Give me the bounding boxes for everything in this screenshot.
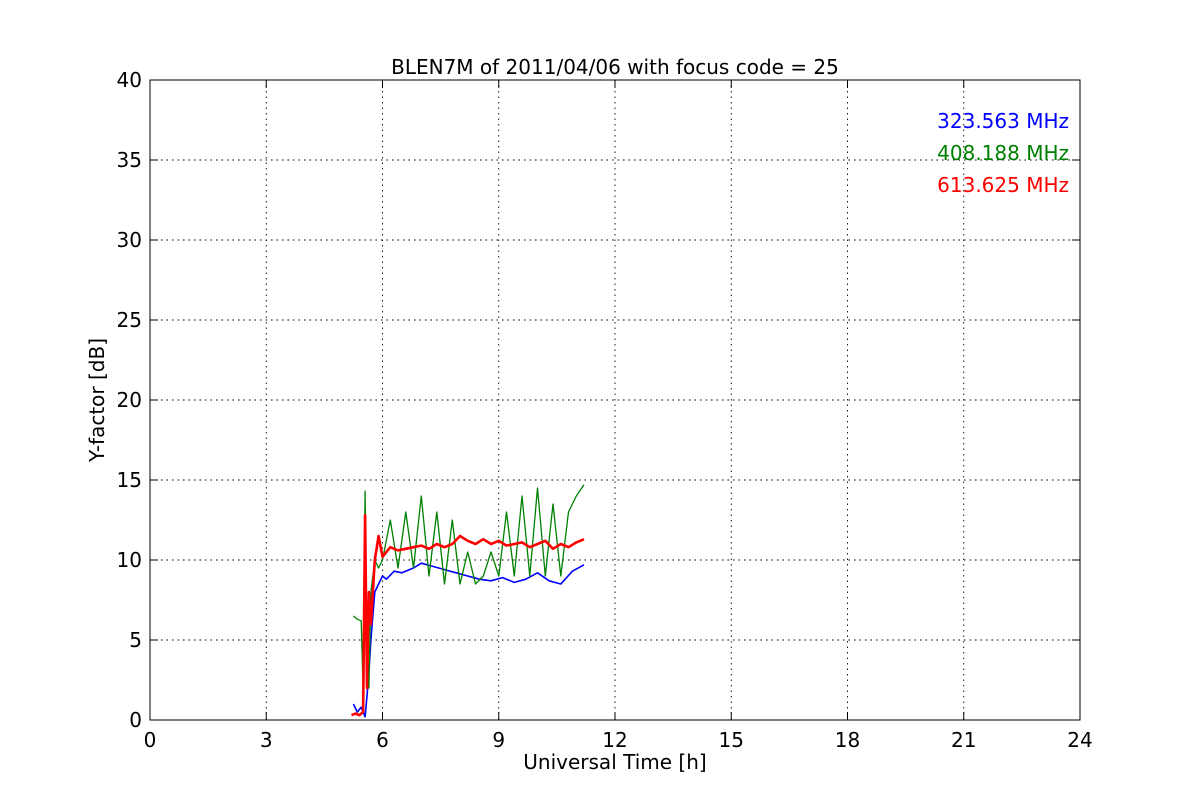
x-axis-label: Universal Time [h] xyxy=(523,750,706,774)
x-tick-label: 12 xyxy=(602,728,627,752)
chart-svg: 0 3 6 9 12 15 18 21 24 0 5 10 15 20 25 30 35 40 BLEN7M of… xyxy=(0,0,1200,800)
chart-title: BLEN7M of 2011/04/06 with focus code = 2… xyxy=(391,55,839,79)
y-tick-label: 35 xyxy=(117,148,142,172)
y-tick-label: 25 xyxy=(117,308,142,332)
x-tick-label: 21 xyxy=(951,728,976,752)
y-axis-label: Y-factor [dB] xyxy=(85,338,109,463)
y-tick-label: 40 xyxy=(117,68,142,92)
y-tick-label: 5 xyxy=(129,628,142,652)
y-tick-label: 0 xyxy=(129,708,142,732)
legend-entry-1: 323.563 MHz xyxy=(937,109,1069,133)
x-tick-label: 15 xyxy=(719,728,744,752)
x-tick-label: 6 xyxy=(376,728,389,752)
y-tick-label: 15 xyxy=(117,468,142,492)
legend-entry-3: 613.625 MHz xyxy=(937,173,1069,197)
x-tick-label: 9 xyxy=(492,728,505,752)
x-tick-label: 18 xyxy=(835,728,860,752)
legend: 323.563 MHz 408.188 MHz 613.625 MHz xyxy=(937,109,1069,197)
y-tick-label: 10 xyxy=(117,548,142,572)
y-tick-label: 20 xyxy=(117,388,142,412)
chart: 0 3 6 9 12 15 18 21 24 0 5 10 15 20 25 30 35 40 BLEN7M of… xyxy=(0,0,1200,800)
x-tick-label: 24 xyxy=(1067,728,1092,752)
x-tick-label: 0 xyxy=(144,728,157,752)
y-tick-label: 30 xyxy=(117,228,142,252)
legend-entry-2: 408.188 MHz xyxy=(937,141,1069,165)
x-tick-label: 3 xyxy=(260,728,273,752)
